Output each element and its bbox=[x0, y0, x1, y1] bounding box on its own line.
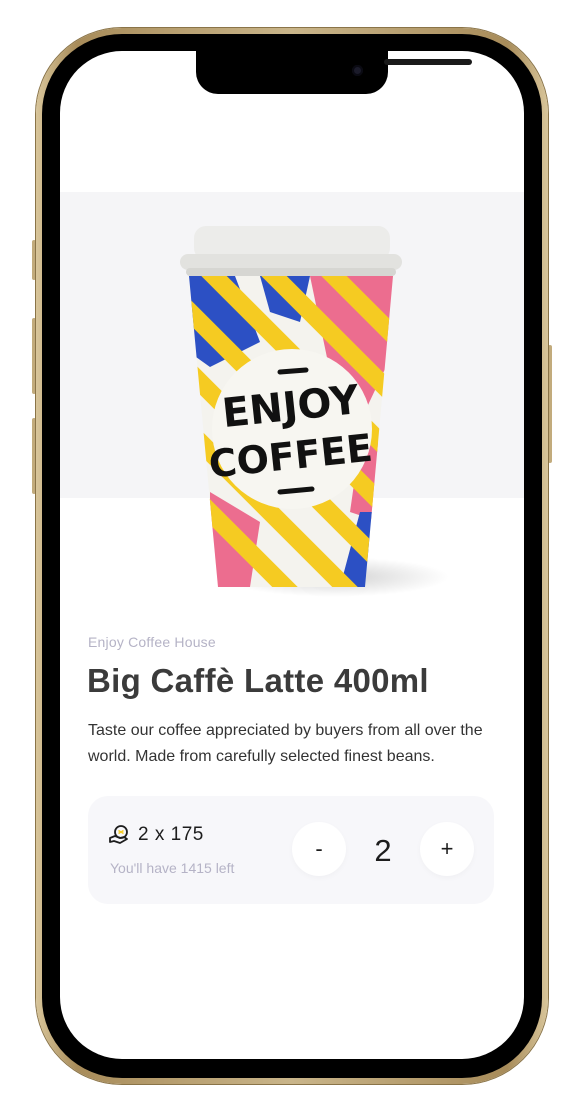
power-button bbox=[548, 345, 552, 463]
notch bbox=[196, 51, 472, 94]
balance-text: You'll have 1415 left bbox=[110, 860, 235, 876]
front-camera-icon bbox=[352, 65, 363, 76]
purchase-card: 2 x 175 You'll have 1415 left - 2 + bbox=[88, 796, 494, 904]
quantity-value: 2 bbox=[374, 833, 392, 868]
coffee-cup-illustration: ENJOY COFFEE bbox=[180, 226, 402, 587]
decrement-button[interactable]: - bbox=[292, 822, 346, 876]
product-image: ENJOY COFFEE bbox=[60, 192, 524, 617]
price-text: 2 x 175 bbox=[138, 824, 204, 845]
increment-button[interactable]: + bbox=[420, 822, 474, 876]
product-description: Taste our coffee appreciated by buyers f… bbox=[88, 722, 483, 765]
product-title: Big Caffè Latte 400ml bbox=[87, 662, 429, 699]
coin-hand-icon bbox=[109, 825, 128, 844]
speaker-grille bbox=[384, 59, 472, 65]
phone-screen: ENJOY COFFEE Enjoy Coffee House Big Caff… bbox=[60, 51, 524, 1059]
store-name: Enjoy Coffee House bbox=[88, 634, 216, 650]
